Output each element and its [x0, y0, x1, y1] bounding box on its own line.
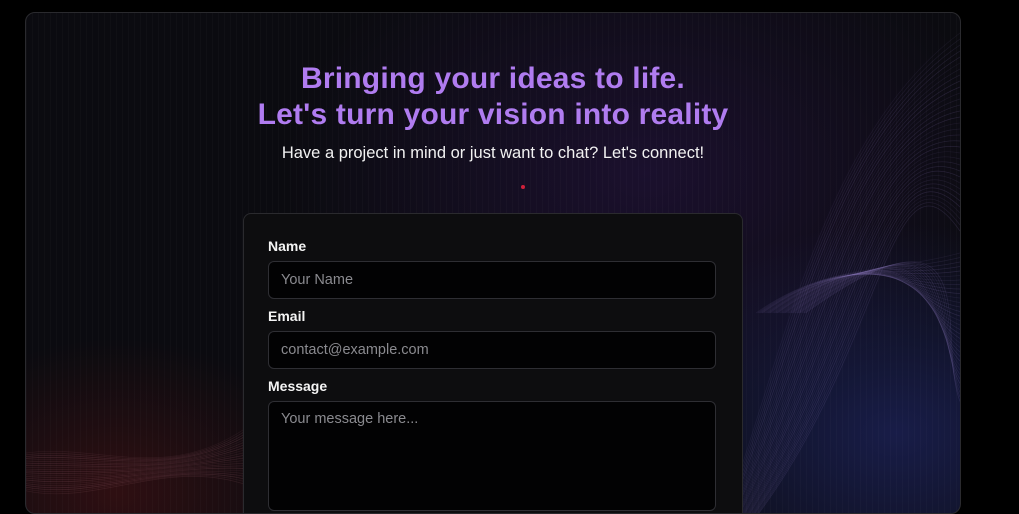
mesh-line — [26, 427, 247, 459]
wave-line — [748, 166, 960, 513]
mesh-line — [26, 430, 247, 460]
mesh-line — [26, 438, 247, 463]
wave-line — [738, 110, 960, 513]
wave-line — [731, 68, 960, 513]
wave-line — [755, 195, 960, 513]
mesh-line — [26, 476, 247, 495]
wave-line — [754, 191, 960, 513]
wave-line — [753, 187, 960, 513]
contact-section-card: Bringing your ideas to life. Let's turn … — [25, 12, 961, 514]
mesh-line — [26, 449, 247, 469]
mesh-line — [26, 435, 247, 462]
wave-line — [740, 122, 960, 513]
wave-line — [758, 205, 960, 513]
name-label: Name — [268, 238, 307, 254]
mesh-line — [26, 433, 247, 461]
wave-line — [757, 202, 960, 513]
title-line-1: Bringing your ideas to life. — [301, 62, 685, 95]
mesh-line — [26, 457, 247, 474]
wave-line — [743, 140, 960, 513]
title-line-2: Let's turn your vision into reality — [257, 98, 729, 131]
wave-line — [747, 161, 960, 513]
email-input[interactable] — [268, 331, 716, 369]
wave-line — [749, 170, 960, 513]
wave-line — [732, 74, 960, 513]
wave-line — [745, 151, 960, 513]
wave-line — [741, 128, 960, 513]
wave-line — [742, 134, 960, 513]
contact-form: Name Email Message — [243, 213, 743, 513]
mesh-line — [26, 469, 247, 485]
page-title: Bringing your ideas to life. Let's turn … — [26, 61, 960, 133]
wave-line — [756, 198, 960, 513]
wave-line — [751, 179, 960, 513]
mesh-line — [26, 441, 247, 464]
wave-line — [752, 183, 960, 513]
mesh-line — [26, 465, 247, 481]
name-input[interactable] — [268, 261, 716, 299]
mesh-line — [26, 446, 247, 467]
mesh-line — [26, 473, 247, 491]
mesh-line — [26, 460, 247, 476]
wave-line — [739, 116, 960, 513]
wave-line — [744, 146, 960, 513]
message-textarea[interactable] — [268, 401, 716, 511]
email-label: Email — [268, 308, 306, 324]
mesh-line — [26, 467, 247, 483]
mesh-line — [26, 462, 247, 478]
mesh-line — [26, 454, 247, 472]
page-subtitle: Have a project in mind or just want to c… — [281, 144, 705, 162]
mesh-line — [26, 471, 247, 487]
red-dot-icon — [521, 185, 525, 189]
mesh-line — [26, 472, 247, 489]
mesh-line — [26, 443, 247, 466]
mesh-line — [26, 451, 247, 471]
wave-line — [737, 104, 960, 513]
wave-line — [750, 175, 960, 513]
message-label: Message — [268, 378, 328, 394]
mesh-line — [26, 474, 247, 493]
wave-line — [746, 156, 960, 513]
